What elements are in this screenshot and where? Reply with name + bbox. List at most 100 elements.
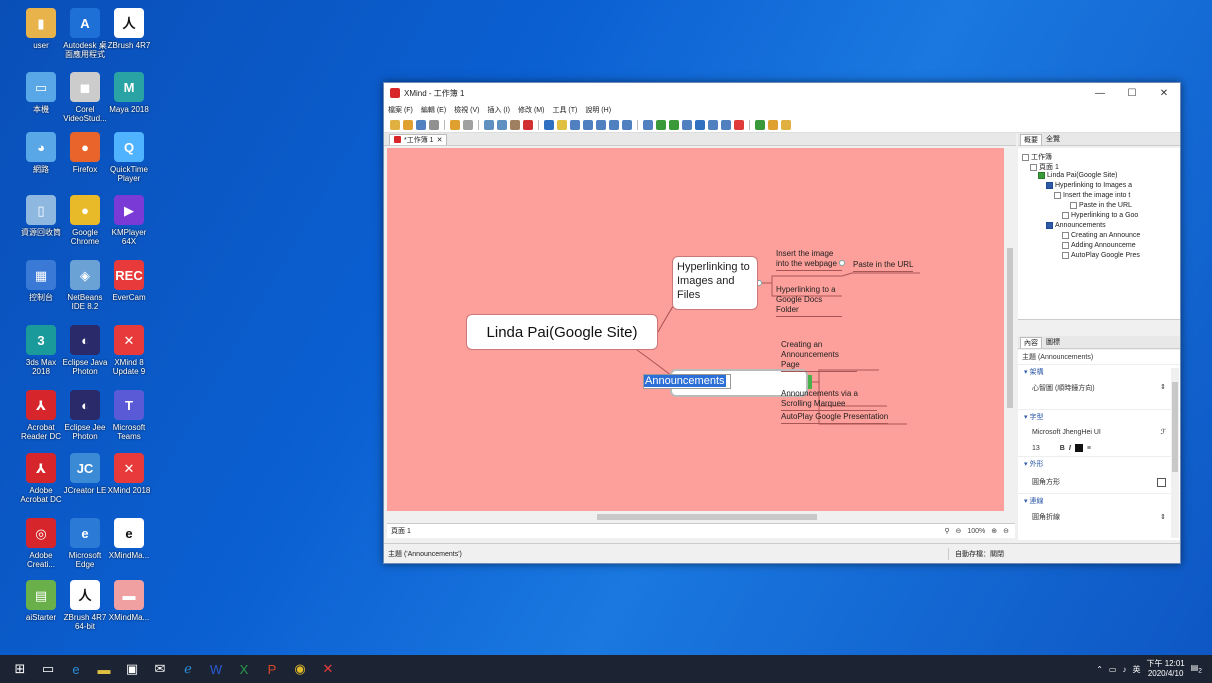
subtopic-scrolling-marquee[interactable]: Announcements via a Scrolling Marquee (781, 389, 877, 411)
desktop-icon[interactable]: ▯ 資源回收筒 (16, 195, 66, 237)
desktop-icon[interactable]: 3 3ds Max 2018 (16, 325, 66, 376)
minimize-button[interactable]: — (1084, 83, 1116, 103)
central-topic[interactable]: Linda Pai(Google Site) (466, 314, 658, 350)
desktop-icon[interactable]: ◼ Corel VideoStud... (60, 72, 110, 123)
copy-icon[interactable] (497, 119, 507, 130)
scroll-thumb[interactable] (1007, 248, 1013, 408)
desktop-icon[interactable]: ◕ 網路 (16, 132, 66, 174)
desktop-icon[interactable]: ✕ XMind 2018 (104, 453, 154, 495)
font-size-value[interactable]: 13 (1032, 445, 1040, 452)
desktop-icon[interactable]: ▭ 本機 (16, 72, 66, 114)
menu-insert[interactable]: 插入 (I) (487, 105, 510, 115)
topic-icon[interactable] (544, 119, 554, 130)
chrome-icon[interactable]: ◉ (286, 655, 314, 683)
desktop-icon[interactable]: 人 ZBrush 4R7 64-bit (60, 580, 110, 631)
attachment-icon[interactable] (708, 119, 718, 130)
redo-icon[interactable] (463, 119, 473, 130)
subtopic-hyperlink-docs[interactable]: Hyperlinking to a Google Docs Folder (776, 285, 842, 317)
network-icon[interactable]: ▭ (1109, 665, 1117, 674)
task-view-icon[interactable]: ▭ (34, 655, 62, 683)
menu-modify[interactable]: 修改 (M) (518, 105, 544, 115)
audio-icon[interactable] (721, 119, 731, 130)
scroll-thumb[interactable] (597, 514, 817, 520)
powerpoint-icon[interactable]: P (258, 655, 286, 683)
zoom-out-icon[interactable]: ⊖ (955, 527, 961, 535)
desktop-icon[interactable]: ▶ KMPlayer 64X (104, 195, 154, 246)
notification-icon[interactable]: ▤2 (1191, 663, 1202, 675)
canvas-vertical-scrollbar[interactable] (1006, 148, 1014, 518)
section-line[interactable]: ▾ 連線 (1018, 493, 1180, 508)
desktop-icon[interactable]: ● Google Chrome (60, 195, 110, 246)
open-icon[interactable] (403, 119, 413, 130)
zoom-in-icon[interactable]: ⊕ (991, 527, 997, 535)
upgrade-icon[interactable] (781, 119, 791, 130)
desktop-icon[interactable]: e XMindMa... (104, 518, 154, 560)
link-icon[interactable] (643, 119, 653, 130)
tab-overview[interactable]: 全覽 (1046, 134, 1060, 144)
bold-icon[interactable]: B (1060, 445, 1065, 452)
line-select[interactable]: 圓角折線 ⇕ (1018, 508, 1180, 526)
desktop-icon[interactable]: ◎ Adobe Creati... (16, 518, 66, 569)
upload-icon[interactable] (768, 119, 778, 130)
excel-icon[interactable]: X (230, 655, 258, 683)
menu-view[interactable]: 檢視 (V) (454, 105, 479, 115)
relationship-icon[interactable] (596, 119, 606, 130)
desktop-icon[interactable]: ▮ user (16, 8, 66, 50)
font-color-swatch[interactable] (1074, 444, 1083, 452)
outline-item[interactable]: Hyperlinking to a Goo (1062, 212, 1138, 219)
subtopic-insert-image[interactable]: Insert the image into the webpage (776, 249, 842, 271)
menu-tools[interactable]: 工具 (T) (552, 105, 577, 115)
edge-icon[interactable]: e (62, 655, 90, 683)
scroll-thumb[interactable] (1172, 382, 1178, 472)
share-icon[interactable] (755, 119, 765, 130)
idea-icon[interactable] (557, 119, 567, 130)
font-icon[interactable]: ℱ (1160, 428, 1166, 436)
maximize-button[interactable]: ☐ (1116, 83, 1148, 103)
properties-scrollbar[interactable] (1171, 368, 1179, 538)
fill-color-swatch[interactable] (1157, 477, 1166, 487)
xmind-taskbar-icon[interactable]: ✕ (314, 655, 342, 683)
sheet-tab[interactable]: 頁面 1 (391, 526, 411, 536)
outline-item[interactable]: Paste in the URL (1070, 202, 1132, 209)
close-button[interactable]: ✕ (1148, 83, 1180, 103)
desktop-icon[interactable]: ◈ NetBeans IDE 8.2 (60, 260, 110, 311)
image-icon[interactable] (656, 119, 666, 130)
font-family-select[interactable]: Microsoft JhengHei UI ℱ (1018, 424, 1180, 440)
subtopic-autoplay[interactable]: AutoPlay Google Presentation (781, 412, 889, 424)
clock[interactable]: 下午 12:01 2020/4/10 (1146, 659, 1184, 679)
desktop-icon[interactable]: ⅄ Acrobat Reader DC (16, 390, 66, 441)
outline-item[interactable]: Adding Announceme (1062, 242, 1136, 249)
structure-select[interactable]: 心智圖 (順時鐘方向) ⇕ (1018, 379, 1180, 409)
start-icon[interactable]: ⊞ (6, 655, 34, 683)
boundary-icon[interactable] (609, 119, 619, 130)
word-icon[interactable]: W (202, 655, 230, 683)
subtopic-paste-url[interactable]: Paste in the URL (853, 260, 914, 272)
desktop-icon[interactable]: T Microsoft Teams (104, 390, 154, 441)
desktop-icon[interactable]: ● Firefox (60, 132, 110, 174)
desktop-icon[interactable]: ⅄ Adobe Acrobat DC (16, 453, 66, 504)
outline-item[interactable]: AutoPlay Google Pres (1062, 252, 1140, 259)
autosave-status[interactable]: 自動存檔：關閉 (948, 547, 1010, 560)
cut-icon[interactable] (484, 119, 494, 130)
topic-hyperlinking[interactable]: Hyperlinking to Images and Files (672, 256, 758, 310)
store-icon[interactable]: ▣ (118, 655, 146, 683)
tab-icons[interactable]: 圖標 (1046, 337, 1060, 347)
note-icon[interactable] (695, 119, 705, 130)
desktop-icon[interactable]: ▬ XMindMa... (104, 580, 154, 622)
outline-item[interactable]: 工作簿 (1022, 152, 1052, 162)
summary-icon[interactable] (622, 119, 632, 130)
file-explorer-icon[interactable]: ▬ (90, 655, 118, 683)
tab-properties[interactable]: 內容 (1020, 336, 1042, 348)
print-icon[interactable] (429, 119, 439, 130)
menu-file[interactable]: 檔案 (F) (388, 105, 413, 115)
italic-icon[interactable]: I (1069, 445, 1071, 452)
zoom-reset-icon[interactable]: ⊖ (1003, 527, 1009, 535)
align-icon[interactable]: ≡ (1087, 445, 1091, 452)
ie-icon[interactable]: ℯ (174, 655, 202, 683)
desktop-icon[interactable]: REC EverCam (104, 260, 154, 302)
canvas-horizontal-scrollbar[interactable] (387, 513, 1004, 521)
ime-indicator[interactable]: 英 (1132, 664, 1140, 675)
outline-item[interactable]: Announcements (1046, 222, 1106, 229)
save-icon[interactable] (416, 119, 426, 130)
desktop-icon[interactable]: e Microsoft Edge (60, 518, 110, 569)
